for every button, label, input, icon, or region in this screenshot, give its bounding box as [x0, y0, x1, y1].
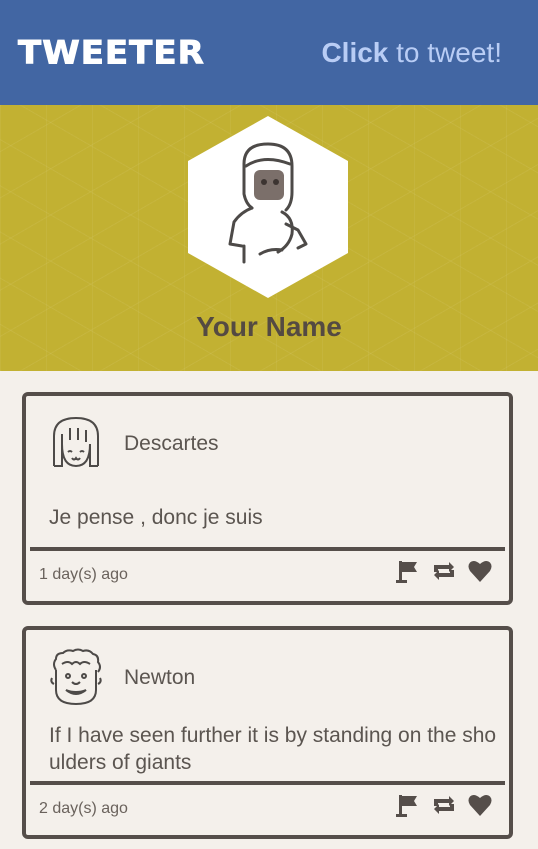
click-to-tweet-link[interactable]: Click to tweet! — [321, 37, 502, 69]
retweet-icon[interactable] — [431, 558, 457, 584]
tweet-time: 1 day(s) ago — [39, 566, 128, 583]
flag-icon[interactable] — [395, 792, 421, 818]
profile-avatar — [186, 114, 350, 300]
tweet-author[interactable]: Newton — [124, 666, 195, 690]
tweet-actions — [395, 558, 493, 584]
cta-bold: Click — [321, 36, 389, 68]
girl-face-icon — [48, 414, 104, 474]
tweet-card: Newton If I have seen further it is by s… — [22, 626, 513, 839]
app-header: TWEETER Click to tweet! — [0, 0, 538, 105]
tweet-time: 2 day(s) ago — [39, 800, 128, 817]
tweet-divider — [30, 547, 505, 551]
tweet-text: Je pense , donc je suis — [49, 506, 263, 529]
tweet-text: If I have seen further it is by standing… — [49, 724, 497, 774]
tweet-card: Descartes Je pense , donc je suis 1 day(… — [22, 392, 513, 605]
profile-banner: Your Name — [0, 105, 538, 371]
profile-name: Your Name — [196, 311, 342, 342]
tweet-author[interactable]: Descartes — [124, 432, 219, 456]
tweet-actions — [395, 792, 493, 818]
app-logo[interactable]: TWEETER — [18, 33, 205, 72]
flag-icon[interactable] — [395, 558, 421, 584]
cta-rest: to tweet! — [388, 36, 502, 68]
heart-icon[interactable] — [467, 792, 493, 818]
heart-icon[interactable] — [467, 558, 493, 584]
retweet-icon[interactable] — [431, 792, 457, 818]
tweet-divider — [30, 781, 505, 785]
curly-hair-face-icon — [48, 648, 104, 708]
